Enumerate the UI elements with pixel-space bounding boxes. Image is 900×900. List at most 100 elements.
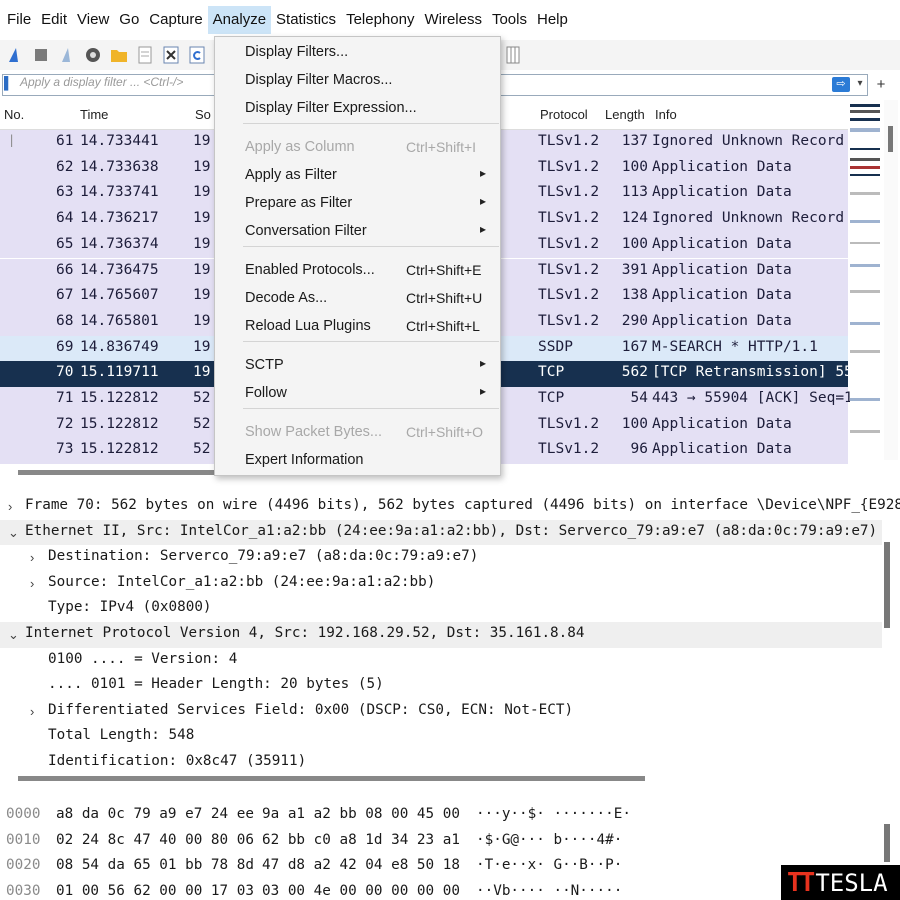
details-tree-row[interactable]: › Destination: Serverco_79:a9:e7 (a8:da:0…: [0, 545, 882, 571]
menu-item-expert-information[interactable]: Expert Information: [215, 448, 500, 474]
details-tree-row[interactable]: 0100 .... = Version: 4: [0, 648, 882, 674]
packet-protocol: TLSv1.2: [538, 158, 600, 175]
menu-tools[interactable]: Tools: [487, 6, 532, 34]
packet-no: 65: [56, 235, 74, 252]
stop-capture-icon[interactable]: [30, 44, 52, 66]
collapsed-chevron-icon[interactable]: ›: [30, 576, 34, 591]
packet-source: 52: [193, 441, 211, 458]
menu-analyze[interactable]: Analyze: [207, 6, 272, 34]
menu-file[interactable]: File: [2, 6, 36, 34]
menu-item-prepare-as-filter[interactable]: Prepare as Filter ▸: [215, 191, 500, 217]
expanded-chevron-icon[interactable]: ⌄: [8, 525, 19, 541]
byte-offset: 0020: [6, 857, 41, 874]
details-tree-row[interactable]: › Frame 70: 562 bytes on wire (4496 bits)…: [0, 494, 900, 520]
packet-length: 54: [630, 390, 648, 406]
details-tree-row[interactable]: › Source: IntelCor_a1:a2:bb (24:ee:9a:a1:…: [0, 571, 882, 597]
details-tree-row[interactable]: ⌄ Internet Protocol Version 4, Src: 192.1…: [0, 622, 882, 648]
packet-source: 52: [193, 390, 211, 406]
bytes-row[interactable]: 0020 08 54 da 65 01 bb 78 8d 47 d8 a2 42 0…: [0, 854, 880, 880]
menu-item-label: Display Filters...: [245, 44, 349, 60]
menu-edit[interactable]: Edit: [36, 6, 72, 34]
column-header-source[interactable]: So: [195, 107, 211, 122]
packet-no: 71: [56, 390, 74, 406]
menu-item-display-filter-expression[interactable]: Display Filter Expression...: [215, 96, 500, 122]
details-tree-row[interactable]: › Differentiated Services Field: 0x00 (DS…: [0, 699, 882, 725]
collapsed-chevron-icon[interactable]: ›: [30, 550, 34, 565]
packet-source: 19: [193, 364, 211, 381]
bytes-row[interactable]: 0030 01 00 56 62 00 00 17 03 03 00 4e 00 0…: [0, 880, 880, 900]
packet-no: 63: [56, 184, 74, 201]
menu-item-display-filters[interactable]: Display Filters...: [215, 40, 500, 66]
shark-fin-start-icon[interactable]: [4, 44, 26, 66]
close-file-icon[interactable]: [160, 44, 182, 66]
menu-item-decode-as[interactable]: Decode As... Ctrl+Shift+U: [215, 286, 500, 312]
packet-length: 100: [621, 415, 648, 432]
bytes-row[interactable]: 0010 02 24 8c 47 40 00 80 06 62 bb c0 a8 1…: [0, 829, 880, 855]
packet-protocol: TLSv1.2: [538, 210, 600, 227]
menu-item-shortcut: Ctrl+Shift+I: [406, 139, 477, 155]
packet-no: 67: [56, 287, 74, 304]
save-file-icon[interactable]: [134, 44, 156, 66]
menu-item-conversation-filter[interactable]: Conversation Filter ▸: [215, 219, 500, 245]
details-tree-row[interactable]: ⌄ Ethernet II, Src: IntelCor_a1:a2:bb (24…: [0, 519, 882, 546]
resize-columns-icon[interactable]: [502, 44, 524, 66]
column-header-info[interactable]: Info: [655, 107, 677, 122]
collapsed-chevron-icon[interactable]: ›: [30, 704, 34, 719]
reload-file-icon[interactable]: [186, 44, 208, 66]
packet-list-vertical-scrollbar[interactable]: [884, 100, 898, 460]
menu-go[interactable]: Go: [114, 6, 144, 34]
details-vertical-scrollbar[interactable]: [884, 542, 890, 628]
filter-history-chevron-icon[interactable]: ▾: [854, 76, 866, 92]
menu-item-shortcut: Ctrl+Shift+O: [406, 424, 484, 440]
open-folder-icon[interactable]: [108, 44, 130, 66]
capture-options-icon[interactable]: [82, 44, 104, 66]
column-header-time[interactable]: Time: [80, 107, 108, 122]
restart-capture-icon[interactable]: [56, 44, 78, 66]
packet-time: 14.736475: [80, 261, 159, 278]
menu-item-follow[interactable]: Follow ▸: [215, 381, 500, 407]
packet-length: 113: [621, 184, 648, 201]
details-tree-row[interactable]: Identification: 0x8c47 (35911): [0, 750, 882, 776]
filter-bookmark-icon[interactable]: ▌: [4, 76, 16, 92]
column-header-no[interactable]: No.: [4, 107, 24, 122]
submenu-arrow-icon: ▸: [480, 194, 487, 208]
collapsed-chevron-icon[interactable]: ›: [8, 499, 12, 514]
menu-wireless[interactable]: Wireless: [419, 6, 487, 34]
details-tree-row[interactable]: Type: IPv4 (0x0800): [0, 596, 882, 622]
packet-time: 14.733741: [80, 184, 159, 201]
column-header-protocol[interactable]: Protocol: [540, 107, 588, 122]
menu-statistics[interactable]: Statistics: [271, 6, 341, 34]
bytes-vertical-scrollbar[interactable]: [884, 824, 890, 862]
menu-telephony[interactable]: Telephony: [341, 6, 419, 34]
menu-help[interactable]: Help: [532, 6, 573, 34]
menu-item-shortcut: Ctrl+Shift+E: [406, 262, 482, 278]
menu-capture[interactable]: Capture: [144, 6, 207, 34]
packet-source: 19: [193, 287, 211, 304]
add-filter-button-plus-icon[interactable]: +: [873, 74, 889, 96]
menu-view[interactable]: View: [72, 6, 114, 34]
packet-length: 290: [621, 312, 648, 329]
details-tree-row[interactable]: .... 0101 = Header Length: 20 bytes (5): [0, 673, 882, 699]
ascii-bytes: ···y··$· ·······E·: [476, 806, 631, 822]
packet-info: Ignored Unknown Record: [652, 210, 845, 227]
bytes-row[interactable]: 0000 a8 da 0c 79 a9 e7 24 ee 9a a1 a2 bb 0…: [0, 803, 880, 829]
packet-protocol: TLSv1.2: [538, 287, 600, 304]
packet-time: 14.836749: [80, 338, 159, 355]
packet-length: 96: [630, 441, 648, 458]
packet-list-minimap[interactable]: [850, 100, 880, 460]
menu-item-sctp[interactable]: SCTP ▸: [215, 353, 500, 379]
menu-item-apply-as-filter[interactable]: Apply as Filter ▸: [215, 163, 500, 189]
packet-source: 19: [193, 210, 211, 227]
menu-item-display-filter-macros[interactable]: Display Filter Macros...: [215, 68, 500, 94]
packet-length: 100: [621, 158, 648, 175]
column-header-length[interactable]: Length: [605, 107, 645, 122]
details-tree-row[interactable]: Total Length: 548: [0, 724, 882, 750]
expanded-chevron-icon[interactable]: ⌄: [8, 627, 19, 643]
details-horizontal-scrollbar[interactable]: [18, 776, 645, 781]
tesla-watermark-logo: TT TESLA: [781, 865, 900, 900]
packet-time: 14.765607: [80, 287, 159, 304]
packet-info: Ignored Unknown Record: [652, 133, 845, 149]
apply-filter-arrow-icon[interactable]: ⇨: [832, 77, 850, 92]
menu-item-reload-lua-plugins[interactable]: Reload Lua Plugins Ctrl+Shift+L: [215, 314, 500, 340]
menu-item-enabled-protocols[interactable]: Enabled Protocols... Ctrl+Shift+E: [215, 258, 500, 284]
